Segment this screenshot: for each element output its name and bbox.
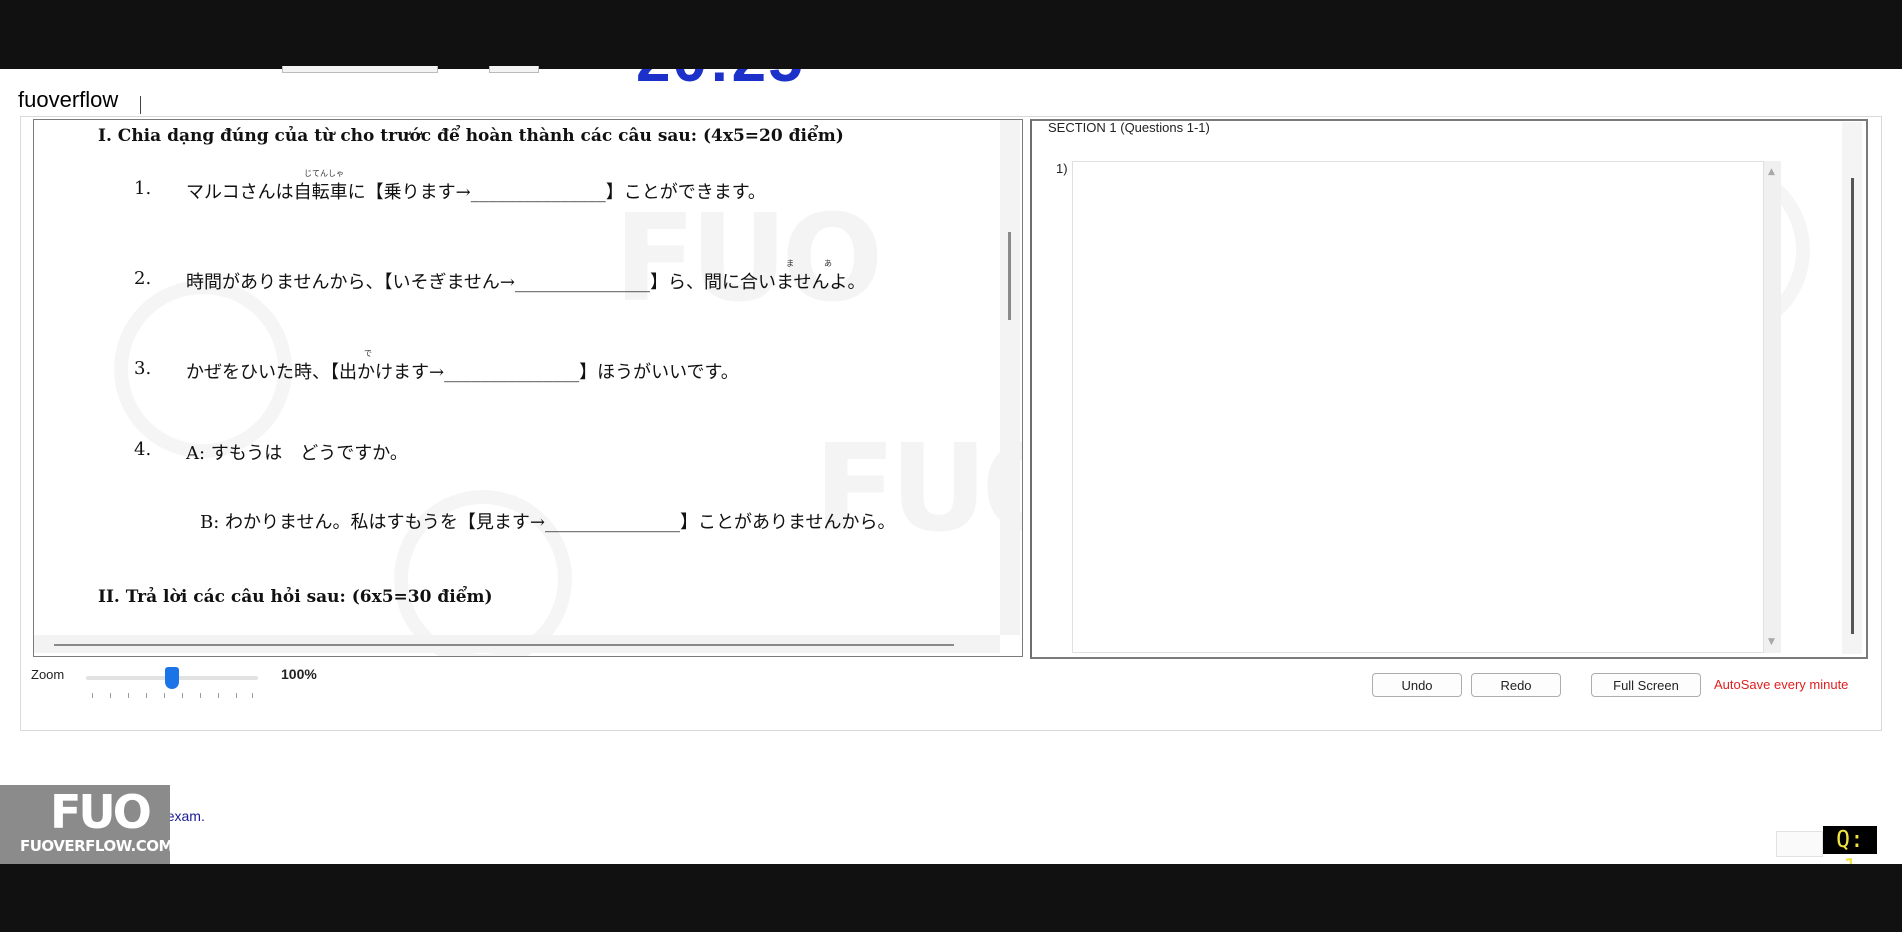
question-2-number: 2. [134, 268, 152, 289]
answer-scrollbar[interactable]: ▲ ▼ [1764, 161, 1781, 653]
question-4a-text: A: すもうは どうですか。 [186, 443, 408, 464]
question-1-text: マルコさんは自転車に【乗ります→_______________】ことができます。 [186, 182, 766, 203]
question-number-label: 1) [1056, 161, 1068, 176]
question-3-text: かぜをひいた時、【出かけます→_______________】ほうがいいです。 [186, 362, 739, 383]
top-button-partial [489, 66, 539, 73]
hidden-field [1776, 831, 1823, 857]
logo-text: FUOVERFLOW.COM [20, 837, 173, 855]
section-scrollbar[interactable] [1842, 122, 1862, 654]
question-2-text: 時間がありませんから、【いそぎません→_______________】ら、間に合… [186, 272, 866, 293]
document-vertical-scrollbar[interactable] [1000, 120, 1020, 635]
logo-mark: FUO [50, 785, 152, 839]
zoom-slider-thumb[interactable] [165, 667, 179, 689]
scrollbar-thumb[interactable] [1008, 232, 1011, 320]
scroll-up-arrow-icon[interactable]: ▲ [1768, 167, 1775, 177]
question-3-number: 3. [134, 358, 152, 379]
part1-heading: I. Chia dạng đúng của từ cho trước để ho… [98, 126, 844, 146]
scrollbar-thumb[interactable] [1851, 178, 1854, 634]
undo-button[interactable]: Undo [1372, 673, 1462, 697]
scrollbar-thumb[interactable] [54, 644, 954, 646]
watermark-logo: FUO [614, 190, 883, 329]
text-caret [140, 96, 141, 114]
zoom-slider-ticks [92, 693, 254, 699]
bottom-black-bar [0, 864, 1902, 932]
document-horizontal-scrollbar[interactable] [34, 635, 1000, 653]
app-title: fuoverflow [18, 87, 119, 112]
question-document-viewer[interactable]: FUO FUO I. Chia dạng đúng của từ cho trư… [33, 119, 1023, 657]
fuoverflow-logo: FUO FUOVERFLOW.COM [0, 785, 173, 864]
question-4-number: 4. [134, 439, 152, 460]
answer-textbox[interactable] [1072, 161, 1764, 653]
question-4b-text: B: わかりません。私はすもうを【見ます→_______________】ことが… [200, 512, 896, 533]
section-title: SECTION 1 (Questions 1-1) [1048, 120, 1210, 135]
question-indicator-badge: Q: 1 [1823, 826, 1877, 881]
full-screen-button[interactable]: Full Screen [1591, 673, 1701, 697]
redo-button[interactable]: Redo [1471, 673, 1561, 697]
top-black-bar [0, 0, 1902, 69]
watermark-logo: FUO [814, 420, 1022, 559]
top-input-partial [282, 66, 438, 73]
autosave-notice: AutoSave every minute [1714, 677, 1849, 692]
part2-heading: II. Trả lời các câu hỏi sau: (6x5=30 điể… [98, 587, 493, 607]
question-1-number: 1. [134, 178, 152, 199]
zoom-value: 100% [281, 666, 317, 682]
exam-timer: 20:25 [636, 69, 806, 86]
zoom-label: Zoom [31, 667, 65, 682]
scroll-down-arrow-icon[interactable]: ▼ [1768, 637, 1775, 647]
